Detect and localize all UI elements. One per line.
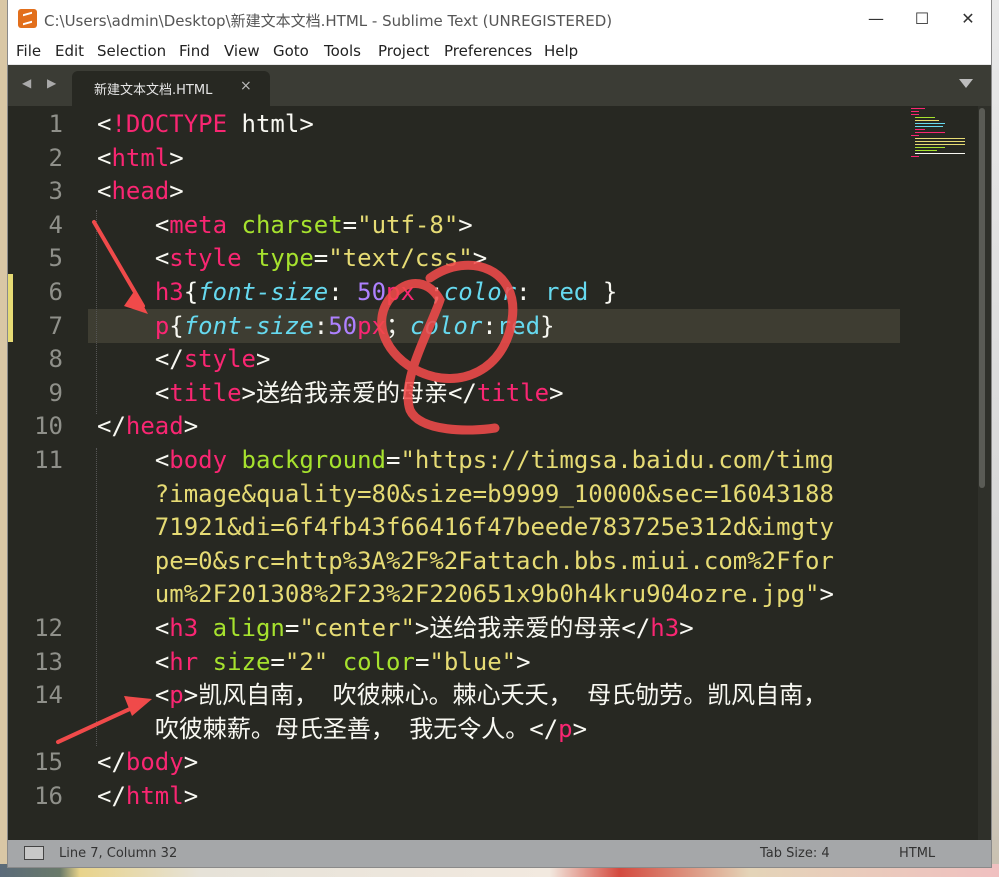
annotation-scribble <box>377 260 518 435</box>
annotation-arrowhead-bottom <box>124 696 152 716</box>
red-annotations <box>56 220 518 744</box>
annotation-arrowhead-top <box>124 290 148 314</box>
